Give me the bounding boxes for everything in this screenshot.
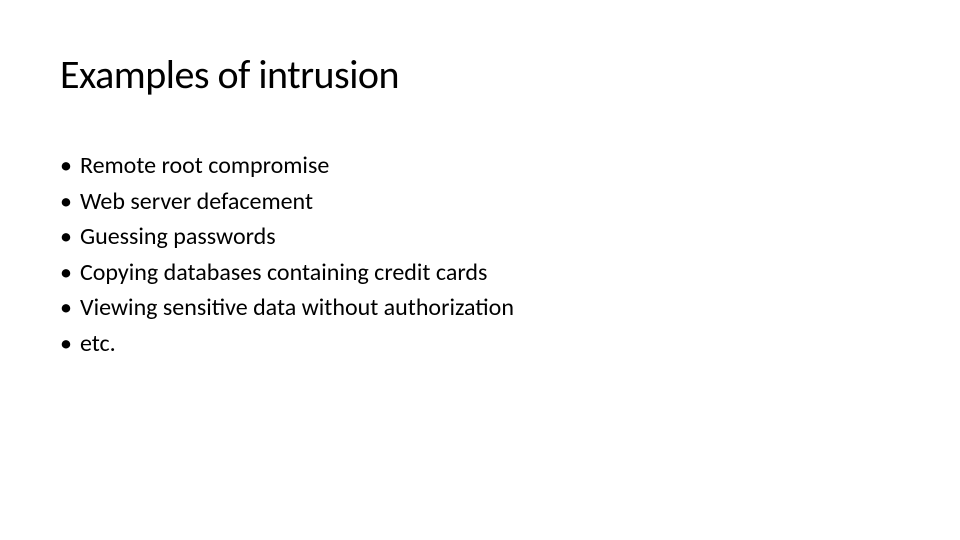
list-item: etc. (60, 327, 900, 361)
bullet-text: Remote root compromise (80, 149, 329, 183)
bullet-text: Copying databases containing credit card… (80, 256, 487, 290)
list-item: Remote root compromise (60, 149, 900, 183)
list-item: Copying databases containing credit card… (60, 256, 900, 290)
bullet-text: etc. (80, 327, 116, 361)
slide-title: Examples of intrusion (60, 50, 900, 99)
bullet-text: Viewing sensitive data without authoriza… (80, 291, 514, 325)
list-item: Guessing passwords (60, 220, 900, 254)
bullet-text: Web server defacement (80, 185, 313, 219)
bullet-text: Guessing passwords (80, 220, 276, 254)
list-item: Web server defacement (60, 185, 900, 219)
bullet-list: Remote root compromise Web server deface… (60, 149, 900, 361)
list-item: Viewing sensitive data without authoriza… (60, 291, 900, 325)
